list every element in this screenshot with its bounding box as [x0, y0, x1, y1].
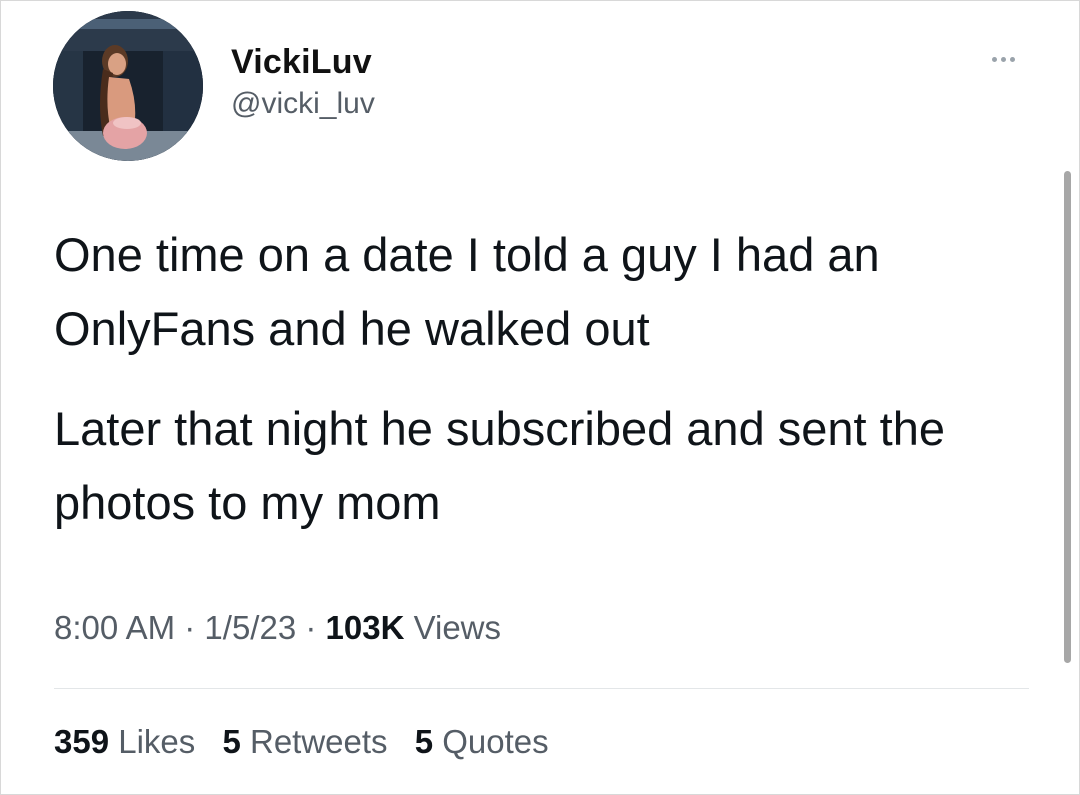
scrollbar[interactable] [1064, 171, 1071, 663]
retweets-label: Retweets [249, 723, 388, 760]
retweets-stat[interactable]: 5 Retweets [222, 723, 387, 760]
views-label: Views [413, 609, 502, 646]
display-name[interactable]: VickiLuv [231, 43, 372, 82]
more-options-icon[interactable] [979, 49, 1027, 69]
divider [54, 688, 1029, 689]
tweet-date[interactable]: 1/5/23 [204, 609, 296, 646]
dot [1009, 56, 1015, 62]
tweet-card: VickiLuv @vicki_luv One time on a date I… [0, 0, 1080, 795]
tweet-text-paragraph: One time on a date I told a guy I had an… [54, 228, 880, 355]
separator: · [184, 609, 196, 646]
retweets-count: 5 [222, 723, 241, 760]
engagement-stats: 359 Likes 5 Retweets 5 Quotes [54, 723, 567, 761]
tweet-text-paragraph: Later that night he subscribed and sent … [54, 402, 946, 529]
likes-stat[interactable]: 359 Likes [54, 723, 195, 760]
views-count: 103K [325, 609, 405, 646]
tweet-time[interactable]: 8:00 AM [54, 609, 175, 646]
tweet-metadata: 8:00 AM · 1/5/23 · 103K Views [54, 609, 501, 647]
quotes-count: 5 [414, 723, 434, 760]
likes-count: 359 [54, 723, 110, 760]
quotes-label: Quotes [442, 723, 549, 760]
dot [991, 56, 997, 62]
dot [1000, 56, 1006, 62]
avatar-photo [53, 11, 203, 161]
user-handle[interactable]: @vicki_luv [231, 87, 375, 121]
avatar[interactable] [53, 11, 203, 161]
quotes-stat[interactable]: 5 Quotes [415, 723, 549, 760]
separator: · [305, 609, 317, 646]
likes-label: Likes [118, 723, 196, 760]
